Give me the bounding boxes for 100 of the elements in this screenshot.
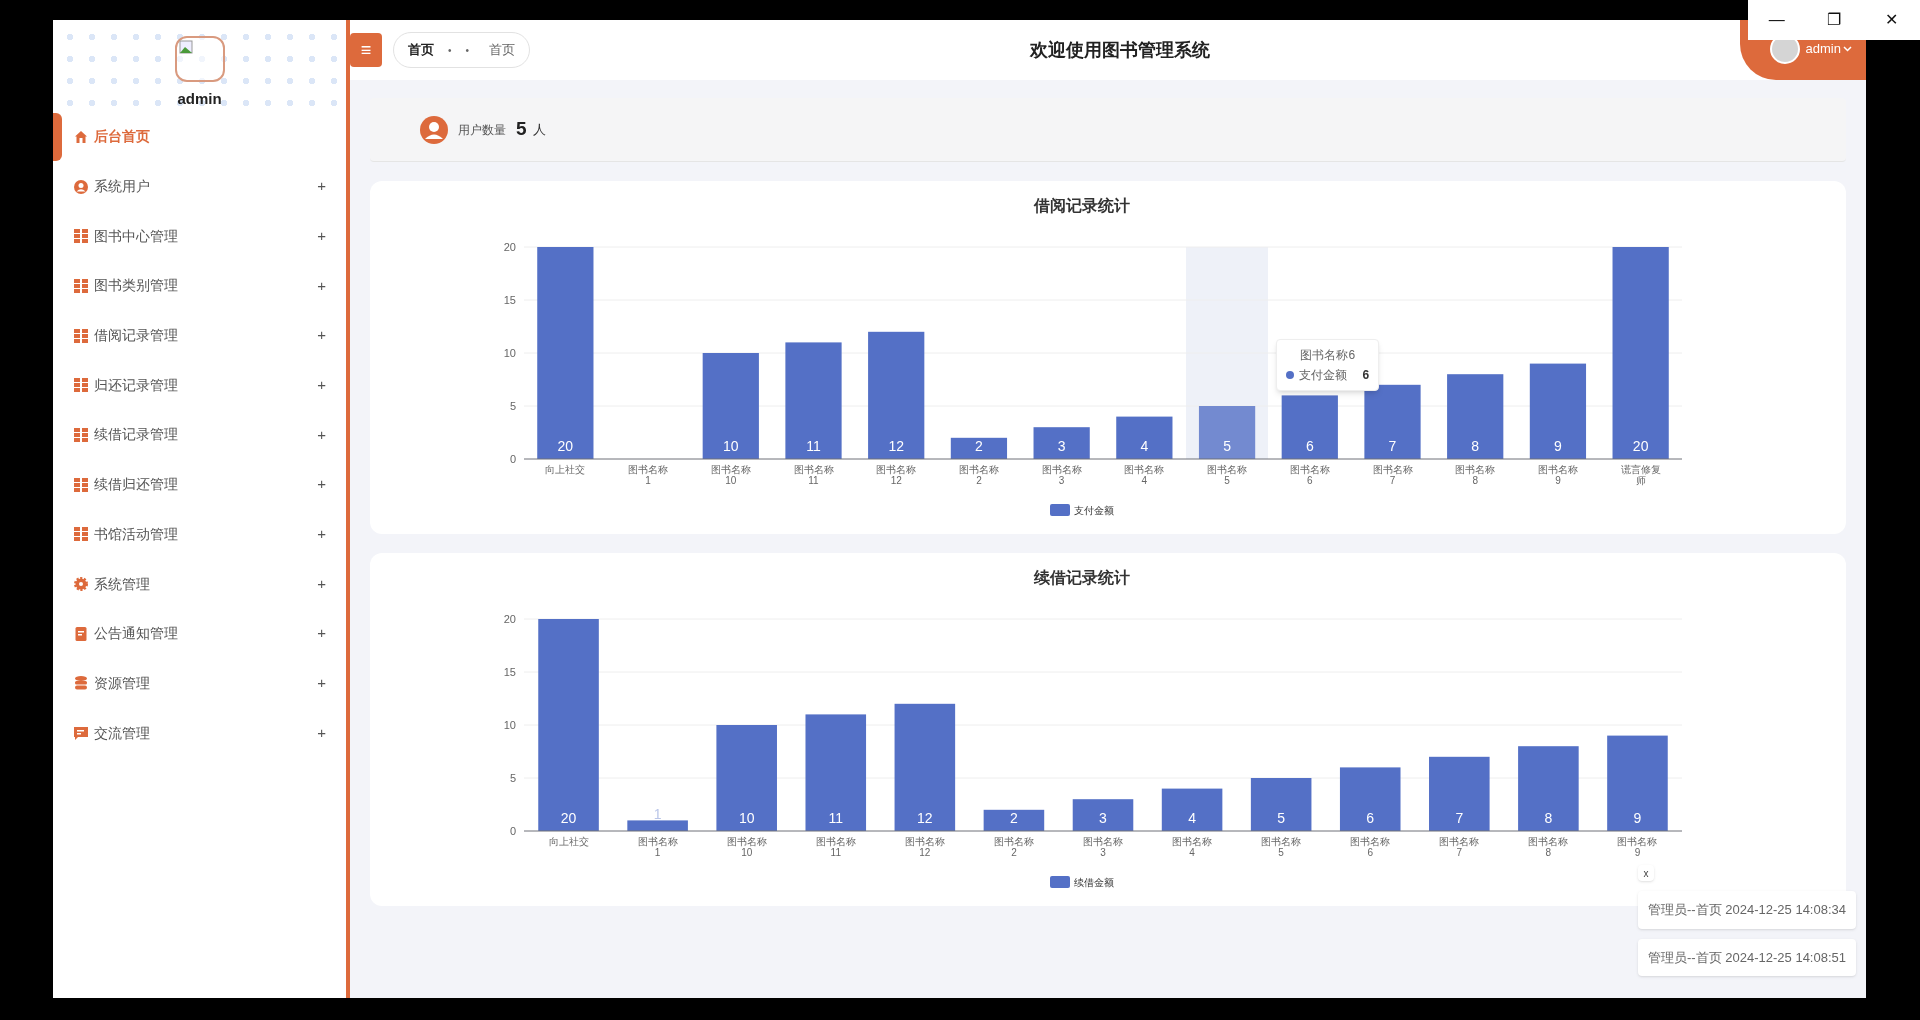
bar-value-label: 3: [1057, 438, 1066, 454]
axis-tick-label: 5: [509, 400, 516, 412]
bar-value-label: 11: [806, 438, 821, 454]
menu-item[interactable]: 续借归还管理: [94, 474, 178, 496]
bar: [1339, 767, 1401, 831]
axis-category-label: 图书名称9: [1617, 836, 1658, 858]
bar: [1250, 778, 1312, 831]
menu-item[interactable]: 借阅记录管理: [94, 325, 178, 347]
axis-category-label: 图书名称4: [1124, 464, 1165, 486]
axis-tick-label: 0: [509, 453, 516, 465]
document-icon: [74, 626, 88, 641]
settings-icon: [74, 577, 88, 592]
expand-button[interactable]: +: [317, 672, 326, 695]
tooltip-value: 6: [1362, 367, 1370, 384]
grid-icon: [74, 427, 88, 442]
home-icon: [74, 129, 88, 144]
notification-message: 管理员--首页 2024-12-25 14:08:34: [1638, 891, 1856, 929]
menu-item[interactable]: 图书类别管理: [94, 275, 178, 297]
chart-title: 续借记录统计: [1034, 569, 1130, 586]
axis-category-label: 图书名称11: [793, 464, 834, 486]
axis-tick-label: 0: [509, 825, 516, 837]
bar-value-label: 20: [1632, 438, 1649, 454]
expand-button[interactable]: +: [317, 175, 326, 198]
expand-button[interactable]: +: [317, 523, 326, 546]
breadcrumb-separator: •: [448, 43, 452, 58]
grid-icon: [74, 278, 88, 293]
bar-value-label: 2: [975, 438, 983, 454]
menu-item[interactable]: 公告通知管理: [94, 623, 178, 645]
expand-button[interactable]: +: [317, 721, 326, 745]
bar: [983, 809, 1045, 831]
menu-item[interactable]: 交流管理: [94, 722, 150, 744]
axis-category-label: 图书名称5: [1261, 836, 1302, 858]
legend-label: 支付金额: [1074, 505, 1114, 516]
bar: [1281, 395, 1338, 459]
legend-label: 续借金额: [1074, 877, 1114, 888]
menu-item[interactable]: 图书中心管理: [94, 225, 178, 247]
axis-category-label: 谎言修复师: [1620, 464, 1661, 486]
bar-value-label: 4: [1140, 438, 1149, 454]
bar-value-label: 12: [917, 810, 933, 826]
bar-value-label: 8: [1544, 810, 1553, 826]
menu-item[interactable]: 续借记录管理: [94, 424, 178, 446]
restore-button[interactable]: ❐: [1814, 5, 1854, 35]
chart-legend[interactable]: 续借金额: [1050, 876, 1114, 888]
stat-label: 用户数量: [458, 121, 506, 139]
expand-button[interactable]: +: [317, 274, 326, 298]
axis-category-label: 图书名称2: [993, 836, 1034, 858]
axis-tick-label: 10: [503, 347, 516, 359]
expand-button[interactable]: +: [317, 622, 326, 645]
breadcrumb-link[interactable]: 首页: [408, 40, 434, 60]
bar-value-label: 4: [1188, 810, 1196, 826]
bar: [1198, 406, 1256, 459]
minimize-button[interactable]: —: [1756, 5, 1797, 35]
breadcrumb-link[interactable]: 首页: [489, 40, 516, 60]
axis-category-label: 图书名称9: [1537, 464, 1578, 486]
expand-button[interactable]: +: [317, 224, 326, 248]
menu-item[interactable]: 归还记录管理: [94, 374, 178, 396]
axis-category-label: 图书名称10: [710, 464, 751, 486]
bar-value-label: 2: [1010, 810, 1018, 826]
axis-category-label: 图书名称7: [1439, 836, 1480, 858]
menu-item[interactable]: 书馆活动管理: [94, 523, 178, 545]
expand-button[interactable]: +: [317, 423, 326, 447]
axis-tick-label: 15: [503, 294, 516, 306]
axis-category-label: 图书名称8: [1528, 836, 1569, 858]
bar-value-label: 9: [1554, 438, 1562, 454]
expand-button[interactable]: +: [317, 473, 326, 496]
menu-item[interactable]: 系统用户: [94, 176, 150, 198]
axis-category-label: 图书名称2: [958, 464, 999, 486]
axis-tick-label: 15: [503, 666, 516, 678]
axis-category-label: 图书名称3: [1083, 836, 1123, 858]
grid-icon: [74, 328, 88, 343]
menu-item[interactable]: 系统管理: [94, 573, 150, 595]
bar-value-label: 20: [560, 810, 577, 826]
menu-item[interactable]: 资源管理: [94, 672, 150, 694]
bar-value-label: 8: [1471, 438, 1480, 454]
axis-category-label: 图书名称10: [726, 836, 767, 858]
expand-button[interactable]: +: [317, 324, 326, 347]
axis-category-label: 图书名称4: [1172, 836, 1213, 858]
axis-category-label: 图书名称12: [876, 464, 917, 486]
axis-tick-label: 5: [509, 772, 516, 784]
axis-category-label: 向上社交: [548, 836, 589, 847]
axis-category-label: 向上社交: [545, 464, 586, 475]
bar-value-label: 7: [1455, 810, 1464, 826]
expand-button[interactable]: +: [317, 572, 326, 596]
expand-button[interactable]: +: [317, 374, 326, 397]
bar-value-label: 11: [828, 810, 844, 826]
page-title: 欢迎使用图书管理系统: [1030, 39, 1210, 62]
close-button[interactable]: ✕: [1871, 5, 1912, 35]
bar-value-label: 5: [1277, 810, 1286, 826]
bar-value-label: 20: [557, 438, 574, 454]
bar: [1161, 788, 1223, 831]
chat-icon: [74, 726, 88, 741]
bar-value-label: 1: [653, 806, 662, 823]
axis-category-label: 图书名称11: [815, 836, 856, 858]
axis-tick-label: 20: [503, 241, 516, 253]
grid-icon: [74, 378, 88, 393]
close-button[interactable]: x: [1638, 865, 1654, 881]
bar-value-label: 5: [1223, 438, 1231, 454]
tooltip-label: 支付金额: [1299, 367, 1348, 384]
chart-legend[interactable]: 支付金额: [1050, 504, 1114, 516]
bar-value-label: 12: [888, 438, 904, 454]
